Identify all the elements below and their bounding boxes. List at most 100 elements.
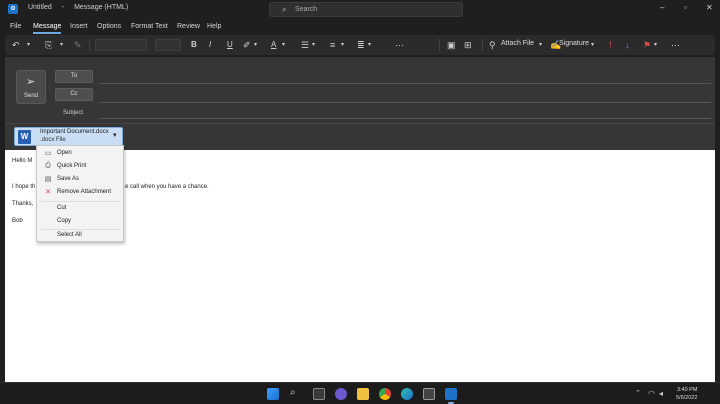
more-icon[interactable]: ⋯ [395,39,404,51]
attach-file-label[interactable]: Attach File [501,40,534,47]
ribbon-separator [439,39,440,51]
taskbar-search-icon[interactable]: ⌕ [290,387,296,398]
menu-item-cut[interactable]: Cut [37,203,123,215]
underline-icon[interactable]: U [227,39,233,51]
outlook-icon: o [8,4,18,14]
ribbon-toolbar: ↶ ▾ ⎘ ▾ ✎ B I U ✐ ▾ A ▾ ☰ ▾ ≡ ▾ ≣ ▾ ⋯ ▣ … [5,35,715,55]
attach-file-dropdown-icon[interactable]: ▾ [539,39,542,51]
file-explorer-icon[interactable] [357,388,369,400]
font-color-dropdown-icon[interactable]: ▾ [282,39,285,51]
bullets-dropdown-icon[interactable]: ▾ [312,39,315,51]
body-signature: Bob [12,218,23,224]
menu-item-label: Copy [57,218,72,224]
wifi-icon[interactable]: ◠ [648,389,655,398]
menu-insert[interactable]: Insert [70,23,88,30]
cc-button[interactable]: Cc [55,88,93,101]
highlight-dropdown-icon[interactable]: ▾ [254,39,257,51]
menu-help[interactable]: Help [207,23,221,30]
word-icon: W [18,130,31,144]
align-dropdown-icon[interactable]: ▾ [368,39,371,51]
numbering-dropdown-icon[interactable]: ▾ [341,39,344,51]
highlight-icon[interactable]: ✐ [243,39,251,51]
menu-message[interactable]: Message [33,23,61,30]
send-button[interactable]: ➢ Send [16,70,46,104]
window-type: Message (HTML) [74,4,129,11]
chat-icon[interactable] [335,388,347,400]
task-view-icon[interactable] [313,388,325,400]
menu-options[interactable]: Options [97,23,121,30]
bullets-icon[interactable]: ☰ [301,39,309,51]
maximize-icon[interactable]: ▫ [684,3,687,12]
menu-item-quick-print[interactable]: ⎙ Quick Print [37,161,123,173]
search-input[interactable]: ⌕ Search [269,2,463,17]
undo-icon[interactable]: ↶ [12,39,20,51]
header-divider [5,123,715,124]
undo-dropdown-icon[interactable]: ▾ [27,39,30,51]
clock[interactable]: 3:40 PM 5/6/2022 [676,386,697,402]
menu-file[interactable]: File [10,23,21,30]
check-names-icon[interactable]: ⊞ [464,39,472,51]
menu-item-remove-attachment[interactable]: ✕ Remove Attachment [37,187,123,199]
chrome-icon[interactable] [379,388,391,400]
low-importance-icon[interactable]: ↓ [625,39,630,51]
font-color-icon[interactable]: A [271,39,276,51]
outlook-taskbar-icon[interactable] [445,388,457,400]
start-icon[interactable] [267,388,279,400]
ribbon-more-icon[interactable]: ⋯ [671,39,680,51]
clock-date: 5/6/2022 [676,395,698,401]
menu-separator [41,201,121,202]
font-family-select[interactable] [95,39,147,51]
format-painter-icon[interactable]: ✎ [74,39,82,51]
menu-item-select-all[interactable]: Select All [37,230,123,242]
title-separator: - [61,4,65,11]
store-icon[interactable] [423,388,435,400]
flag-dropdown-icon[interactable]: ▾ [654,39,657,51]
signature-dropdown-icon[interactable]: ▾ [591,39,594,51]
attachment-dropdown-icon[interactable]: ▾ [113,131,117,139]
menu-item-open[interactable]: ▭ Open [37,148,123,160]
subject-field[interactable] [99,118,711,119]
volume-icon[interactable]: ◂ [659,389,663,398]
menu-review[interactable]: Review [177,23,200,30]
high-importance-icon[interactable]: ! [609,39,612,51]
address-book-icon[interactable]: ▣ [447,39,456,51]
italic-icon[interactable]: I [209,39,211,51]
numbering-icon[interactable]: ≡ [330,39,335,51]
signature-label[interactable]: Signature [559,40,589,47]
body-closing: Thanks, [12,201,34,207]
close-icon[interactable]: ✕ [706,3,713,12]
bold-icon[interactable]: B [191,39,197,51]
minimize-icon[interactable]: – [660,3,664,12]
send-label: Send [23,93,38,99]
menu-bar: File Message Insert Options Format Text … [0,19,720,34]
menu-item-copy[interactable]: Copy [37,216,123,228]
flag-icon[interactable]: ⚑ [643,39,651,51]
open-icon: ▭ [44,150,52,157]
clock-time: 3:40 PM [676,387,698,393]
body-greeting: Hello M [12,158,33,164]
menu-format-text[interactable]: Format Text [131,23,168,30]
to-button[interactable]: To [55,70,93,83]
font-size-select[interactable] [155,39,181,51]
to-field[interactable] [99,83,711,84]
cc-field[interactable] [99,102,711,103]
menu-item-label: Cut [57,205,67,211]
search-icon: ⌕ [282,5,287,14]
attachment-context-menu: ▭ Open ⎙ Quick Print ▤ Save As ✕ Remove … [36,145,124,242]
edge-icon[interactable] [401,388,413,400]
clipboard-icon[interactable]: ⎘ [45,39,52,51]
search-placeholder: Search [295,6,318,13]
align-icon[interactable]: ≣ [357,39,365,51]
tray-chevron-icon[interactable]: ⌃ [635,389,641,397]
menu-item-save-as[interactable]: ▤ Save As [37,174,123,186]
attachment-type: .docx File [40,137,66,143]
doc-title: Untitled [28,4,52,11]
menu-item-label: Remove Attachment [57,189,112,195]
save-icon: ▤ [44,176,52,183]
clipboard-dropdown-icon[interactable]: ▾ [60,39,63,51]
print-icon: ⎙ [45,162,51,169]
remove-icon: ✕ [45,189,51,196]
attachment-name: Important Document.docx [40,129,109,135]
send-icon: ➢ [26,76,36,88]
attachment-chip[interactable]: W Important Document.docx .docx File ▾ [14,127,123,146]
